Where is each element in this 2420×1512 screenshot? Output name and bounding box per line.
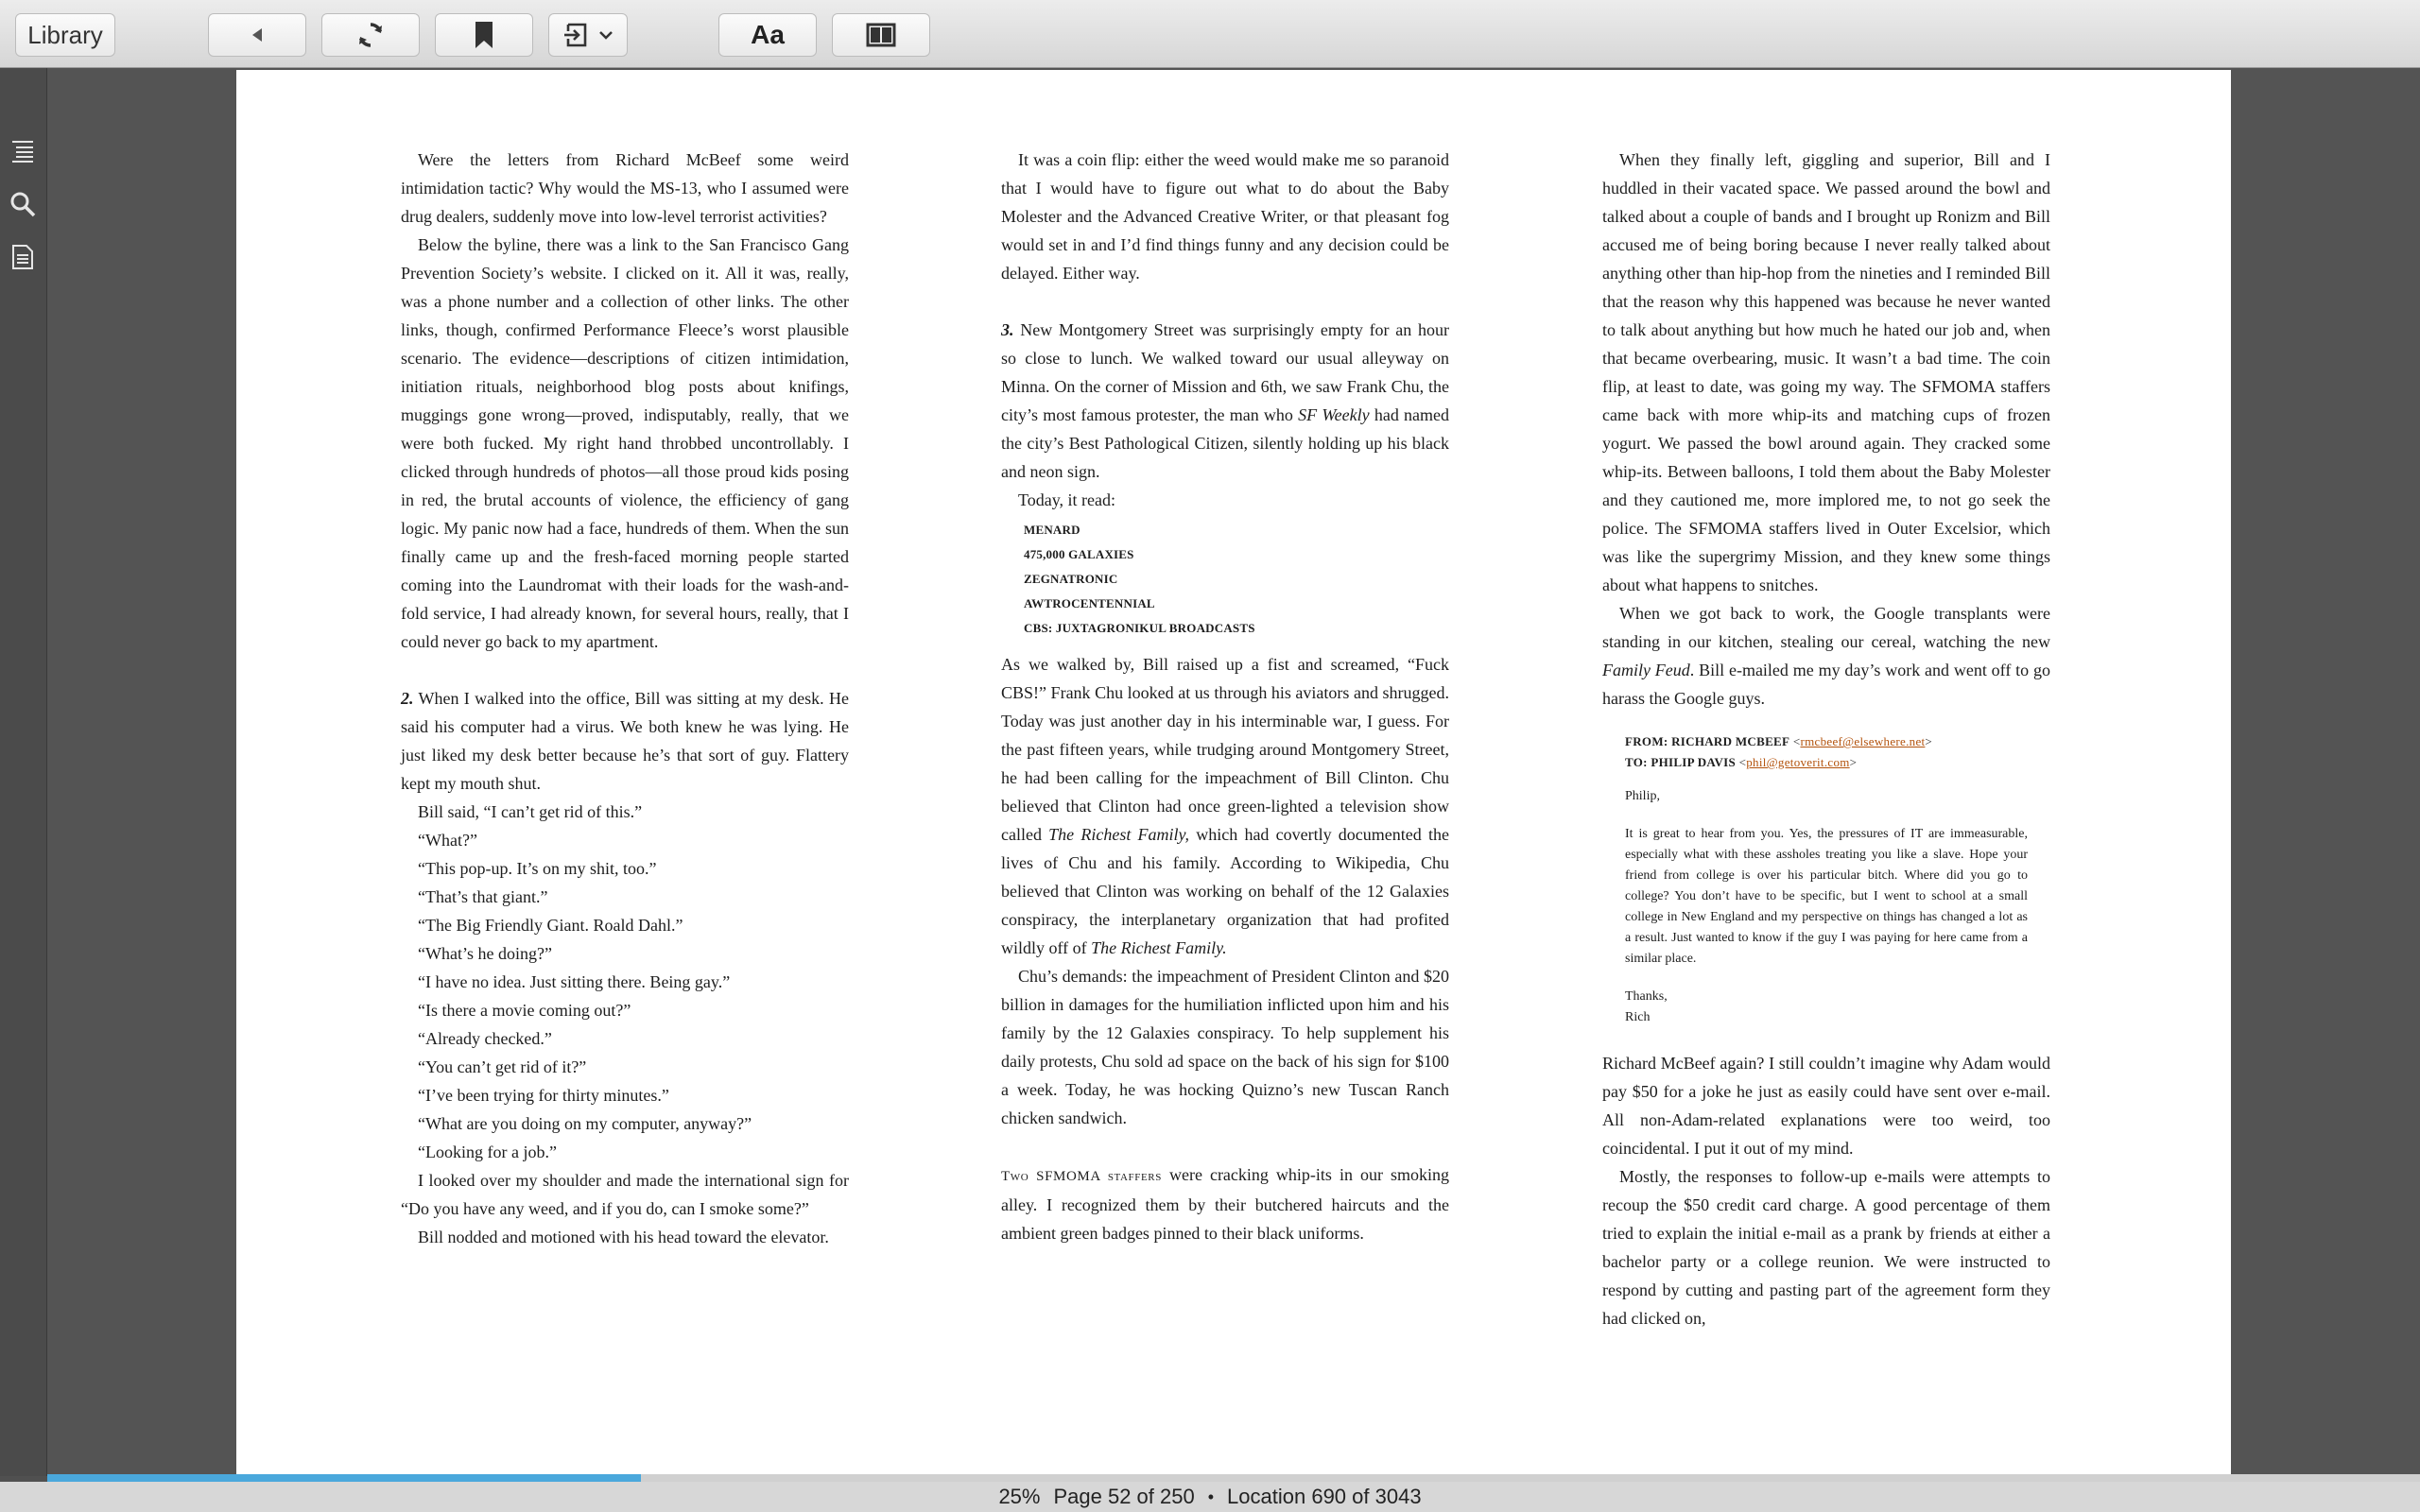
paragraph: As we walked by, Bill raised up a fist a… [1001, 650, 1449, 962]
dialog-line: “What’s he doing?” [418, 944, 552, 963]
sign-line: CBS: JUXTAGRONIKUL BROADCASTS [1024, 621, 1255, 635]
dialog-line: “The Big Friendly Giant. Roald Dahl.” [418, 916, 683, 935]
sidebar [0, 68, 47, 1476]
paragraph: Bill nodded and motioned with his head t… [418, 1228, 829, 1246]
dialog-line: Bill said, “I can’t get rid of this.” [418, 802, 643, 821]
emphasis: The Richest Family, [1048, 825, 1190, 844]
dialog-line: “Is there a movie coming out?” [418, 1001, 631, 1020]
email-from-link[interactable]: rmcbeef@elsewhere.net [1800, 734, 1925, 748]
location-indicator: Location 690 of 3043 [1227, 1485, 1422, 1508]
dialog-line: “Looking for a job.” [418, 1143, 557, 1161]
sign-line: 475,000 GALAXIES [1024, 547, 1134, 561]
email-to-link[interactable]: phil@getoverit.com [1746, 755, 1849, 769]
emphasis: The Richest Family. [1091, 938, 1227, 957]
table-of-contents-icon[interactable] [8, 136, 38, 166]
dialog-line: “That’s that giant.” [418, 887, 548, 906]
dialog-line: “This pop-up. It’s on my shit, too.” [418, 859, 657, 878]
sign-list: MENARD 475,000 GALAXIES ZEGNATRONIC AWTR… [1001, 518, 1449, 641]
section-number: 2. [401, 689, 414, 708]
email-to: TO: PHILIP DAVIS <phil@getoverit.com> [1625, 755, 1858, 769]
chevron-down-icon [598, 29, 614, 41]
email-quote: FROM: RICHARD MCBEEF <rmcbeef@elsewhere.… [1602, 713, 2050, 1049]
paragraph: Below the byline, there was a link to th… [401, 235, 849, 651]
page-indicator: Page 52 of 250 [1053, 1485, 1195, 1508]
goto-icon [562, 22, 589, 48]
back-arrow-icon [249, 26, 266, 43]
dialog-line: “I have no idea. Just sitting there. Bei… [418, 972, 731, 991]
email-from: FROM: RICHARD MCBEEF <rmcbeef@elsewhere.… [1625, 734, 1933, 748]
status-bar: 25% Page 52 of 250 • Location 690 of 304… [0, 1482, 2420, 1512]
column-2: It was a coin flip: either the weed woul… [1001, 146, 1449, 1247]
dialog-line: “You can’t get rid of it?” [418, 1057, 587, 1076]
sync-button[interactable] [321, 13, 420, 57]
reading-progress-bar[interactable] [47, 1474, 2420, 1482]
paragraph: When we got back to work, the Google tra… [1602, 599, 2050, 713]
paragraph: Richard McBeef again? I still couldn’t i… [1602, 1054, 2050, 1158]
search-icon[interactable] [8, 189, 38, 219]
paragraph-text: When I walked into the office, Bill was … [401, 689, 849, 793]
small-caps-lead: Two SFMOMA staffers [1001, 1169, 1162, 1184]
section-number: 3. [1001, 320, 1014, 339]
column-1: Were the letters from Richard McBeef som… [401, 146, 849, 1251]
bookmark-button[interactable] [435, 13, 533, 57]
email-greeting: Philip, [1625, 789, 1660, 803]
sign-line: AWTROCENTENNIAL [1024, 596, 1155, 610]
paragraph: Two SFMOMA staffers were cracking whip-i… [1001, 1160, 1449, 1247]
book-page[interactable]: Were the letters from Richard McBeef som… [236, 70, 2231, 1476]
dialog-line: “I’ve been trying for thirty minutes.” [418, 1086, 669, 1105]
separator: • [1207, 1486, 1215, 1506]
paragraph: 2. When I walked into the office, Bill w… [401, 684, 849, 798]
paragraph: 3. New Montgomery Street was surprisingl… [1001, 316, 1449, 486]
library-button[interactable]: Library [15, 13, 115, 57]
bookmark-icon [474, 21, 494, 49]
paragraph: Today, it read: [1018, 490, 1116, 509]
paragraph-text: which had covertly documented the lives … [1001, 825, 1449, 957]
paragraph: It was a coin flip: either the weed woul… [1001, 150, 1449, 283]
columns-icon [866, 23, 896, 47]
paragraph: I looked over my shoulder and made the i… [401, 1171, 849, 1218]
column-3: When they finally left, giggling and sup… [1602, 146, 2050, 1332]
back-button[interactable] [208, 13, 306, 57]
paragraph: Mostly, the responses to follow-up e-mai… [1602, 1167, 2050, 1328]
reading-progress-fill [47, 1474, 641, 1482]
layout-button[interactable] [832, 13, 930, 57]
refresh-icon [355, 20, 386, 50]
sign-line: ZEGNATRONIC [1024, 572, 1118, 586]
toolbar: Library Aa [0, 0, 2420, 68]
paragraph: Were the letters from Richard McBeef som… [401, 150, 849, 226]
notes-icon[interactable] [8, 242, 38, 272]
paragraph: Chu’s demands: the impeachment of Presid… [1001, 967, 1449, 1127]
dialog-line: “What?” [418, 831, 477, 850]
paragraph: When they finally left, giggling and sup… [1602, 150, 2050, 594]
paragraph-text: As we walked by, Bill raised up a fist a… [1001, 655, 1449, 844]
sign-line: MENARD [1024, 523, 1080, 537]
emphasis: Family Feud [1602, 661, 1690, 679]
font-settings-button[interactable]: Aa [718, 13, 817, 57]
dialog-line: “What are you doing on my computer, anyw… [418, 1114, 752, 1133]
dialog-line: “Already checked.” [418, 1029, 552, 1048]
emphasis: SF Weekly [1298, 405, 1370, 424]
percent-read: 25% [998, 1485, 1041, 1508]
go-to-button[interactable] [548, 13, 628, 57]
email-signoff: Thanks, [1625, 989, 1668, 1004]
email-body: It is great to hear from you. Yes, the p… [1625, 827, 2028, 966]
email-signature: Rich [1625, 1010, 1651, 1024]
paragraph-text: When we got back to work, the Google tra… [1602, 604, 2050, 651]
